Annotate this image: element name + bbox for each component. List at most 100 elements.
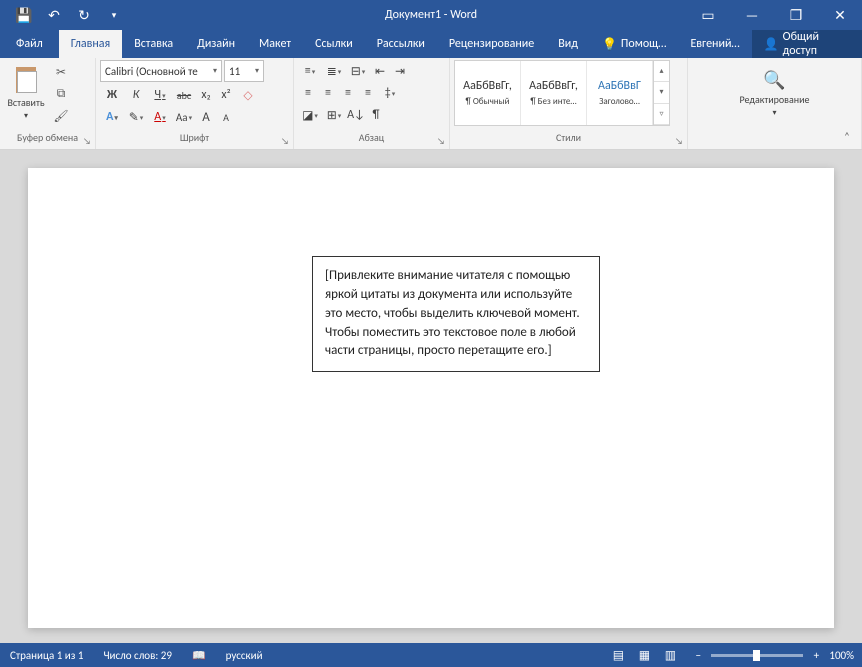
line-spacing-icon[interactable]: ‡▾ <box>378 82 402 104</box>
ribbon-options-icon[interactable]: ▭ <box>686 0 730 30</box>
clear-formatting-icon[interactable]: ◇ <box>236 84 260 106</box>
bold-button[interactable]: Ж <box>100 84 124 106</box>
group-editing: 🔍 Редактирование ▾ <box>688 58 862 149</box>
cut-icon[interactable]: ✂ <box>50 62 72 82</box>
window-controls: ▭ — ❐ ✕ <box>686 0 862 30</box>
web-layout-icon[interactable]: ▥ <box>657 643 683 667</box>
tab-design[interactable]: Дизайн <box>185 30 247 58</box>
search-icon: 🔍 <box>763 69 785 91</box>
title-bar: 💾 ↶ ↻ ▾ Документ1 - Word ▭ — ❐ ✕ <box>0 0 862 30</box>
increase-indent-icon[interactable]: ⇥ <box>390 60 410 82</box>
print-layout-icon[interactable]: ▦ <box>631 643 657 667</box>
font-name-combo[interactable]: Calibri (Основной те▾ <box>100 60 222 82</box>
style-normal[interactable]: АаБбВвГг, ¶ Обычный <box>455 61 521 125</box>
italic-button[interactable]: К <box>124 84 148 106</box>
close-icon[interactable]: ✕ <box>818 0 862 30</box>
show-marks-icon[interactable]: ¶ <box>366 104 386 126</box>
qat-customize-icon[interactable]: ▾ <box>100 2 128 28</box>
chevron-up-icon[interactable]: ▴ <box>654 61 669 82</box>
align-center-icon[interactable]: ≡ <box>318 82 338 104</box>
ribbon-tabs: Файл Главная Вставка Дизайн Макет Ссылки… <box>0 30 862 58</box>
chevron-down-icon: ▾ <box>24 111 28 121</box>
zoom-thumb[interactable] <box>753 650 760 661</box>
account-name[interactable]: Евгений… <box>678 30 751 58</box>
status-bar: Страница 1 из 1 Число слов: 29 📖 русский… <box>0 643 862 667</box>
minimize-icon[interactable]: — <box>730 0 774 30</box>
tab-mailings[interactable]: Рассылки <box>365 30 437 58</box>
tab-home[interactable]: Главная <box>59 30 122 58</box>
style-no-spacing[interactable]: АаБбВвГг, ¶ Без инте… <box>521 61 587 125</box>
bullets-icon[interactable]: ≡▾ <box>298 60 322 82</box>
read-mode-icon[interactable]: ▤ <box>605 643 631 667</box>
text-effects-icon[interactable]: A▾ <box>100 106 124 128</box>
grow-font-icon[interactable]: A <box>196 106 216 128</box>
tab-references[interactable]: Ссылки <box>303 30 365 58</box>
group-label-styles: Стили <box>454 131 683 149</box>
page[interactable]: [Привлеките внимание читателя с помощью … <box>28 168 834 628</box>
group-font: Calibri (Основной те▾ 11▾ Ж К Ч▾ abc x₂ … <box>96 58 294 149</box>
zoom-slider[interactable] <box>711 654 803 657</box>
align-right-icon[interactable]: ≡ <box>338 82 358 104</box>
tab-insert[interactable]: Вставка <box>122 30 185 58</box>
save-icon[interactable]: 💾 <box>10 2 38 28</box>
styles-gallery[interactable]: АаБбВвГг, ¶ Обычный АаБбВвГг, ¶ Без инте… <box>454 60 670 126</box>
chevron-down-icon: ▾ <box>255 66 259 76</box>
spellcheck-icon[interactable]: 📖 <box>182 643 216 667</box>
change-case-icon[interactable]: Aa▾ <box>172 106 196 128</box>
gallery-more[interactable]: ▴ ▾ ▿ <box>653 61 669 125</box>
zoom-out-button[interactable]: − <box>691 649 705 662</box>
strike-button[interactable]: abc <box>172 84 196 106</box>
style-heading1[interactable]: АаБбВвГ Заголово… <box>587 61 653 125</box>
chevron-down-icon[interactable]: ▾ <box>654 82 669 103</box>
find-button[interactable]: 🔍 Редактирование ▾ <box>730 60 820 126</box>
borders-icon[interactable]: ⊞▾ <box>322 104 346 126</box>
tab-review[interactable]: Рецензирование <box>437 30 546 58</box>
subscript-button[interactable]: x₂ <box>196 84 216 106</box>
paste-icon <box>13 65 39 95</box>
restore-icon[interactable]: ❐ <box>774 0 818 30</box>
group-label-font: Шрифт <box>100 131 289 149</box>
text-box[interactable]: [Привлеките внимание читателя с помощью … <box>312 256 600 372</box>
collapse-ribbon-icon[interactable]: ˄ <box>838 128 856 144</box>
expand-gallery-icon[interactable]: ▿ <box>654 104 669 125</box>
group-styles: АаБбВвГг, ¶ Обычный АаБбВвГг, ¶ Без инте… <box>450 58 688 149</box>
tab-file[interactable]: Файл <box>0 30 59 58</box>
highlight-icon[interactable]: ✎▾ <box>124 106 148 128</box>
lightbulb-icon: 💡 <box>602 37 617 52</box>
dialog-launcher-font[interactable]: ↘ <box>279 135 291 147</box>
dialog-launcher-clipboard[interactable]: ↘ <box>81 135 93 147</box>
chevron-down-icon: ▾ <box>213 66 217 76</box>
page-indicator[interactable]: Страница 1 из 1 <box>0 643 93 667</box>
paste-button[interactable]: Вставить ▾ <box>4 60 48 126</box>
undo-icon[interactable]: ↶ <box>40 2 68 28</box>
dialog-launcher-styles[interactable]: ↘ <box>673 135 685 147</box>
share-icon: 👤 <box>764 37 779 52</box>
word-count[interactable]: Число слов: 29 <box>93 643 182 667</box>
language-indicator[interactable]: русский <box>216 643 273 667</box>
font-size-combo[interactable]: 11▾ <box>224 60 264 82</box>
multilevel-list-icon[interactable]: ⊟▾ <box>346 60 370 82</box>
superscript-button[interactable]: x² <box>216 84 236 106</box>
dialog-launcher-paragraph[interactable]: ↘ <box>435 135 447 147</box>
share-button[interactable]: 👤Общий доступ <box>752 30 862 58</box>
tell-me[interactable]: 💡Помощ… <box>590 30 678 58</box>
zoom-level[interactable]: 100% <box>829 649 854 662</box>
font-color-icon[interactable]: A▾ <box>148 106 172 128</box>
tab-layout[interactable]: Макет <box>247 30 303 58</box>
underline-button[interactable]: Ч▾ <box>148 84 172 106</box>
sort-icon[interactable]: A↓ <box>346 104 366 126</box>
tab-view[interactable]: Вид <box>546 30 590 58</box>
document-area[interactable]: [Привлеките внимание читателя с помощью … <box>0 150 862 643</box>
align-left-icon[interactable]: ≡ <box>298 82 318 104</box>
view-buttons: ▤ ▦ ▥ <box>605 643 683 667</box>
justify-icon[interactable]: ≡ <box>358 82 378 104</box>
decrease-indent-icon[interactable]: ⇤ <box>370 60 390 82</box>
numbering-icon[interactable]: ≣▾ <box>322 60 346 82</box>
shading-icon[interactable]: ◪▾ <box>298 104 322 126</box>
redo-icon[interactable]: ↻ <box>70 2 98 28</box>
zoom-in-button[interactable]: + <box>809 649 823 662</box>
shrink-font-icon[interactable]: A <box>216 106 236 128</box>
group-paragraph: ≡▾ ≣▾ ⊟▾ ⇤ ⇥ ≡ ≡ ≡ ≡ ‡▾ ◪▾ ⊞▾ A↓ ¶ Абзац… <box>294 58 450 149</box>
format-painter-icon[interactable]: 🖌 <box>50 106 72 126</box>
copy-icon[interactable]: ⧉ <box>50 84 72 104</box>
